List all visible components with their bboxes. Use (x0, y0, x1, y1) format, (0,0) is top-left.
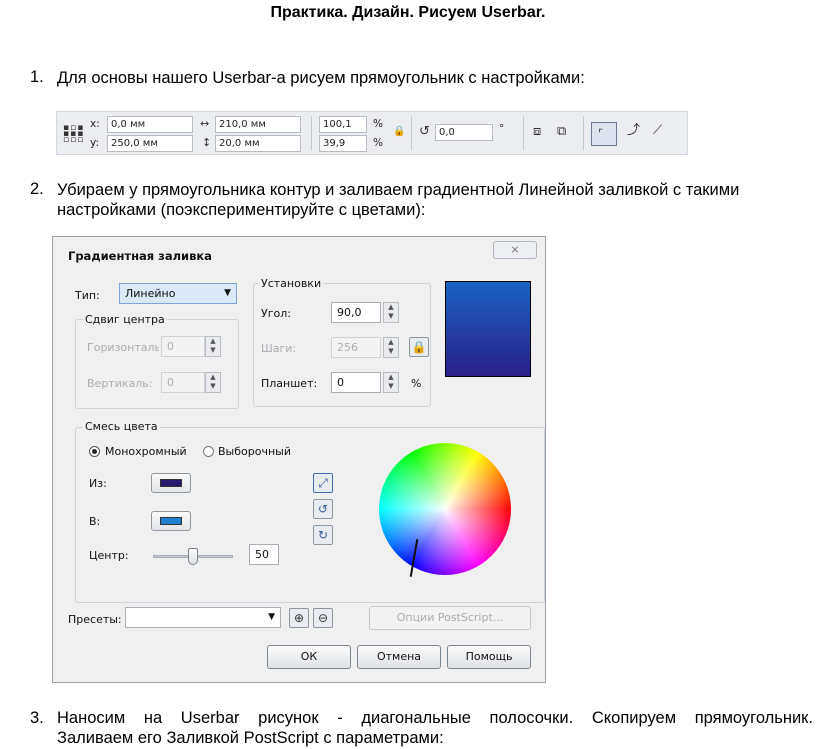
cancel-button[interactable]: Отмена (357, 645, 441, 669)
steps-spinner[interactable]: ▲ ▼ (383, 337, 399, 358)
angle-input[interactable]: 90,0 (331, 302, 381, 323)
property-toolbar: ▪▫▪ ▪▪▪ ▫▫▫ x: 0,0 мм y: 250,0 мм ↔ 210,0 … (56, 111, 688, 155)
custom-radio[interactable] (203, 446, 214, 457)
corner-round-icon: ⌜ (598, 127, 604, 140)
clockwise-path-icon: ↻ (317, 528, 329, 542)
from-color-button[interactable] (151, 473, 191, 493)
custom-label: Выборочный (218, 445, 291, 458)
presets-label: Пресеты: (68, 613, 122, 626)
pad-input[interactable]: 0 (331, 372, 381, 393)
scale-y-input[interactable]: 39,9 (319, 135, 367, 152)
horizontal-spinner[interactable]: ▲ ▼ (205, 336, 221, 357)
step-1-number: 1. (30, 68, 44, 86)
horizontal-input[interactable]: 0 (161, 336, 205, 357)
settings-title: Установки (259, 277, 324, 290)
mono-radio[interactable] (89, 446, 100, 457)
color-wheel[interactable] (379, 443, 511, 577)
from-label: Из: (89, 477, 107, 490)
pad-label: Планшет: (261, 377, 318, 390)
center-slider-track[interactable] (153, 548, 233, 565)
reference-point-icon[interactable]: ▪▫▪ ▪▪▪ ▫▫▫ (63, 124, 84, 145)
scale-y-unit: % (373, 137, 383, 149)
close-button[interactable]: ⨯ (493, 241, 537, 259)
to-label: В: (89, 515, 101, 528)
chevron-down-icon: ▼ (268, 612, 275, 622)
vertical-label: Вертикаль: (87, 377, 153, 390)
mirror-horizontal-icon[interactable]: ⧈ (533, 125, 541, 139)
presets-select[interactable]: ▼ (125, 607, 281, 628)
step-3-number: 3. (30, 709, 44, 727)
lock-ratio-icon[interactable]: 🔒 (393, 125, 405, 139)
chevron-down-icon: ▼ (224, 288, 231, 298)
center-slider-thumb[interactable] (188, 548, 198, 565)
angle-label: Угол: (261, 307, 291, 320)
y-input[interactable]: 250,0 мм (107, 135, 193, 152)
pad-spinner[interactable]: ▲ ▼ (383, 372, 399, 393)
type-label: Тип: (75, 289, 100, 302)
width-icon: ↔ (200, 117, 210, 130)
add-preset-button[interactable]: ⊕ (289, 608, 309, 628)
type-select-value: Линейно (125, 287, 176, 300)
close-icon: ⨯ (510, 243, 520, 256)
vertical-input[interactable]: 0 (161, 372, 205, 393)
minus-icon: ⊖ (317, 611, 329, 625)
corner-round-button[interactable]: ⌜ (591, 122, 617, 146)
step-3-text-line-2: Заливаем его Заливкой PostScript с парам… (57, 729, 444, 747)
mono-label: Монохромный (105, 445, 187, 458)
cw-blend-button[interactable]: ↻ (313, 525, 333, 545)
width-input[interactable]: 210,0 мм (215, 116, 301, 133)
corner-scallop-icon[interactable]: ⤴ (627, 124, 640, 138)
horizontal-label: Горизонталь: (87, 341, 159, 354)
direct-blend-button[interactable]: ⤢ (313, 473, 333, 493)
postscript-options-button[interactable]: Опции PostScript... (369, 606, 531, 630)
center-offset-title: Сдвиг центра (83, 313, 167, 326)
step-2-text-line-2: настройками (поэкспериментируйте с цвета… (57, 201, 426, 219)
center-label: Центр: (89, 549, 129, 562)
from-color-swatch (160, 479, 182, 487)
step-2-number: 2. (30, 180, 44, 198)
x-input[interactable]: 0,0 мм (107, 116, 193, 133)
lock-icon: 🔒 (411, 340, 427, 354)
to-color-swatch (160, 517, 182, 525)
scale-x-unit: % (373, 118, 383, 130)
steps-input[interactable]: 256 (331, 337, 381, 358)
y-label: y: (90, 137, 99, 149)
step-3-text-line-1: Наносим на Userbar рисунок - диагональны… (57, 709, 813, 727)
rotation-icon: ↺ (419, 124, 430, 139)
color-blend-title: Смесь цвета (83, 420, 160, 433)
to-color-button[interactable] (151, 511, 191, 531)
center-input[interactable]: 50 (249, 544, 279, 565)
rotation-input[interactable]: 0,0 (435, 124, 493, 141)
degree-symbol: ° (499, 123, 505, 135)
mirror-vertical-icon[interactable]: ⧉ (557, 125, 566, 139)
ccw-blend-button[interactable]: ↺ (313, 499, 333, 519)
height-input[interactable]: 20,0 мм (215, 135, 301, 152)
gradient-preview[interactable] (445, 281, 531, 377)
step-1-text: Для основы нашего Userbar-а рисуем прямо… (57, 69, 585, 87)
steps-lock-button[interactable]: 🔒 (409, 337, 429, 357)
direct-path-icon: ⤢ (318, 476, 328, 490)
ok-button[interactable]: ОК (267, 645, 351, 669)
x-label: x: (90, 118, 100, 130)
help-button[interactable]: Помощь (447, 645, 531, 669)
dialog-title: Градиентная заливка (68, 249, 212, 263)
angle-spinner[interactable]: ▲ ▼ (383, 302, 399, 323)
remove-preset-button[interactable]: ⊖ (313, 608, 333, 628)
mono-radio-dot (92, 449, 97, 454)
counterclockwise-path-icon: ↺ (317, 502, 329, 516)
step-2-text-line-1: Убираем у прямоугольника контур и залива… (57, 181, 740, 199)
type-select[interactable]: Линейно ▼ (119, 283, 237, 304)
scale-x-input[interactable]: 100,1 (319, 116, 367, 133)
pad-unit: % (411, 377, 422, 390)
plus-icon: ⊕ (293, 611, 305, 625)
gradient-fill-dialog: Градиентная заливка ⨯ Тип: Линейно ▼ Сдв… (52, 236, 546, 683)
center-offset-group (75, 319, 239, 409)
corner-chamfer-icon[interactable]: ⟋ (653, 124, 662, 138)
steps-label: Шаги: (261, 342, 297, 355)
vertical-spinner[interactable]: ▲ ▼ (205, 372, 221, 393)
page-title: Практика. Дизайн. Рисуем Userbar. (270, 4, 546, 21)
height-icon: ↕ (202, 136, 212, 149)
